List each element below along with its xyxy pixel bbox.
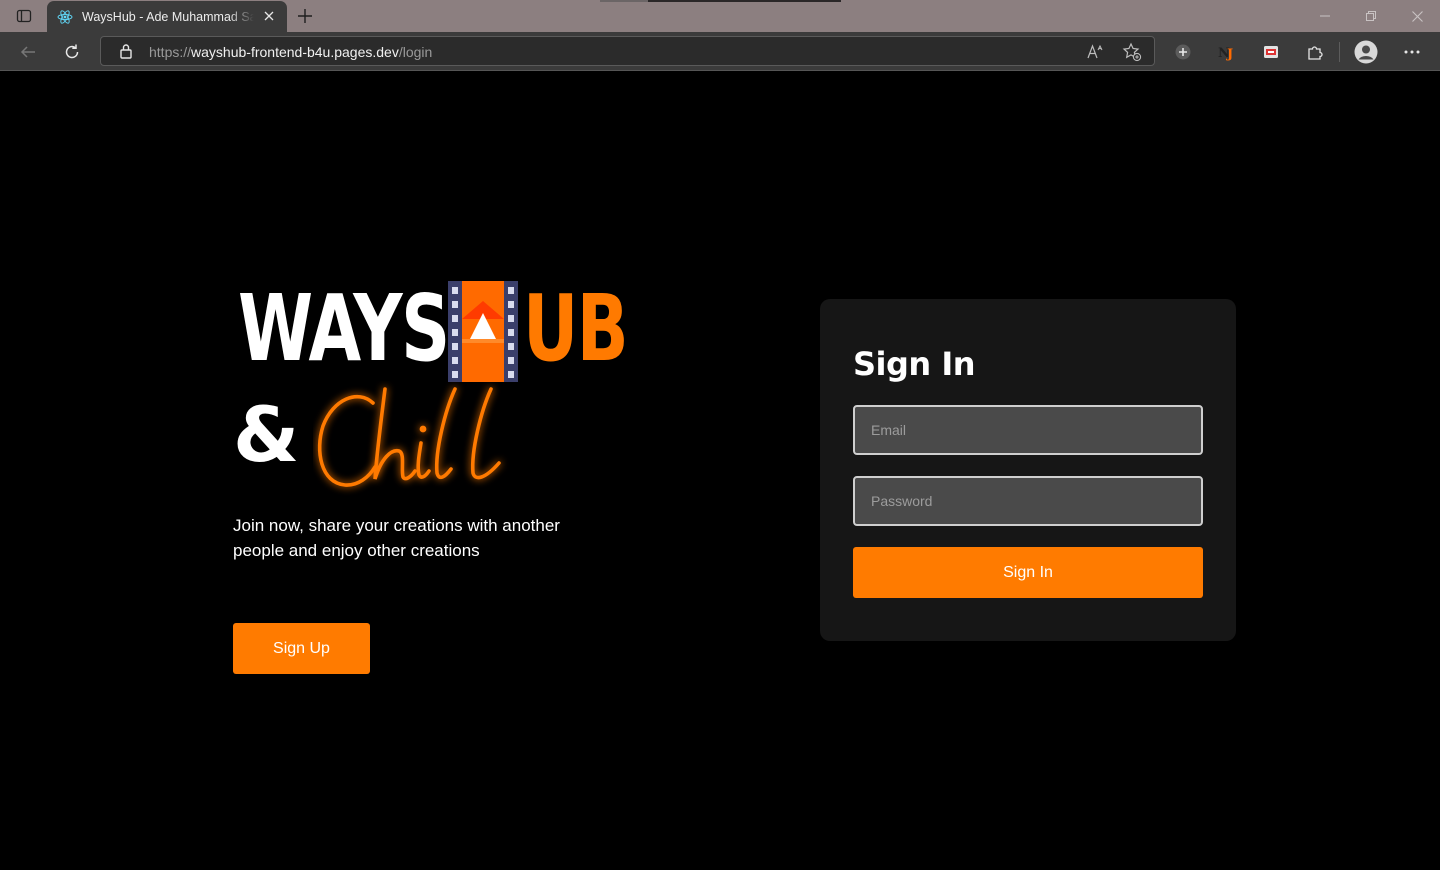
extension-screenshot-icon[interactable]	[1256, 37, 1286, 67]
toolbar-separator	[1339, 42, 1340, 62]
tab-actions-icon[interactable]	[8, 5, 40, 27]
url-text[interactable]: https://wayshub-frontend-b4u.pages.dev/l…	[149, 44, 432, 60]
new-tab-icon[interactable]	[293, 4, 317, 28]
logo: WAYS UB	[233, 275, 653, 382]
svg-text:J: J	[1226, 47, 1233, 61]
reload-icon[interactable]	[57, 37, 87, 67]
restore-icon[interactable]	[1348, 0, 1394, 32]
back-arrow-icon[interactable]	[13, 37, 43, 67]
browser-tab-bar: WaysHub - Ade Muhammad Safri	[0, 0, 1440, 32]
chill-script-logo-icon	[317, 387, 501, 487]
read-aloud-icon[interactable]	[1086, 42, 1106, 62]
more-options-icon[interactable]	[1397, 37, 1427, 67]
hero-tagline: Join now, share your creations with anot…	[233, 516, 560, 560]
sign-up-button[interactable]: Sign Up	[233, 623, 370, 674]
logo-word-ub: UB	[523, 275, 629, 382]
logo-ampersand: &	[233, 390, 300, 479]
hero-section: WAYS UB & Join now, share your creations…	[233, 279, 653, 563]
close-window-icon[interactable]	[1394, 0, 1440, 32]
extension-add-icon[interactable]	[1168, 37, 1198, 67]
browser-toolbar: https://wayshub-frontend-b4u.pages.dev/l…	[0, 32, 1440, 71]
film-strip-logo-icon	[448, 281, 518, 382]
email-field[interactable]	[853, 405, 1203, 455]
tab-title: WaysHub - Ade Muhammad Safri	[82, 9, 254, 24]
password-field[interactable]	[853, 476, 1203, 526]
profile-avatar-icon[interactable]	[1351, 37, 1381, 67]
sign-in-button[interactable]: Sign In	[853, 547, 1203, 598]
logo-tagline-art: &	[233, 385, 653, 495]
lock-icon[interactable]	[119, 43, 133, 64]
url-host: wayshub-frontend-b4u.pages.dev	[191, 44, 399, 60]
extension-nj-icon[interactable]: NJ	[1212, 37, 1242, 67]
logo-word-ways: WAYS	[238, 275, 450, 382]
url-scheme: https://	[149, 44, 192, 60]
url-path: /login	[398, 44, 433, 60]
address-bar[interactable]: https://wayshub-frontend-b4u.pages.dev/l…	[100, 36, 1155, 66]
browser-tab-active[interactable]: WaysHub - Ade Muhammad Safri	[47, 1, 287, 32]
react-favicon-icon	[57, 9, 73, 25]
close-tab-icon[interactable]	[262, 9, 276, 23]
minimize-icon[interactable]	[1302, 0, 1348, 32]
add-favorite-icon[interactable]	[1122, 42, 1142, 62]
login-page: WAYS UB & Join now, share your creations…	[0, 71, 1440, 870]
extensions-puzzle-icon[interactable]	[1300, 37, 1330, 67]
title-bar-strip	[600, 0, 841, 2]
sign-in-title: Sign In	[853, 345, 976, 383]
sign-in-card: Sign In Sign In	[820, 299, 1236, 641]
